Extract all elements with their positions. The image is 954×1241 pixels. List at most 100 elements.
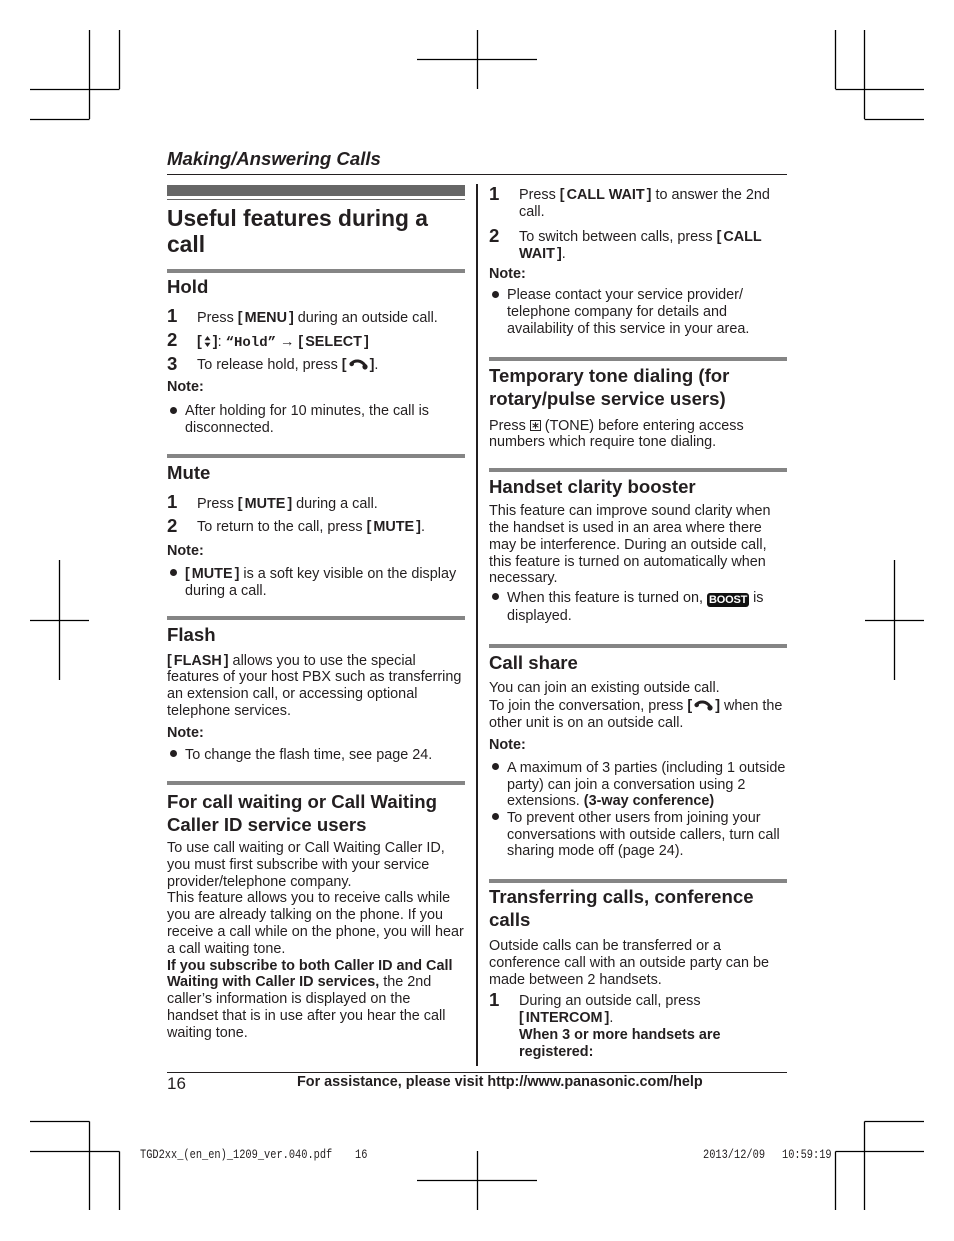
mute-key: MUTE — [238, 496, 292, 512]
note-item: Please contact your service provider/​te… — [489, 287, 787, 337]
column-divider — [476, 184, 478, 1066]
step-text: . — [561, 246, 566, 263]
note-item: To prevent other users from joining your… — [489, 810, 787, 860]
crop-mark-bottom-left — [30, 1120, 121, 1210]
section-heading-transferring: Transferring calls, conference calls — [489, 886, 754, 931]
section-heading-flash: Flash — [167, 624, 216, 645]
bullet-icon — [169, 749, 177, 757]
crop-mark-bottom-center — [417, 1151, 537, 1210]
crop-mark-middle-left — [30, 560, 89, 680]
section-bar — [489, 878, 787, 883]
star-key-icon — [529, 419, 541, 431]
step-text: Press — [519, 187, 560, 204]
crop-mark-middle-right — [865, 560, 924, 680]
note-item: MUTE is a soft key visible on the displa… — [167, 566, 465, 600]
step-text: during an outside call. — [293, 309, 438, 326]
step-number: 2 — [167, 514, 178, 536]
mute-key: MUTE — [185, 566, 239, 582]
note-label: Note: — [167, 542, 204, 559]
bullet-icon — [491, 763, 499, 771]
slug-file-name: TGD2xx_(en_en)_1209_ver.040.pdf — [140, 1147, 333, 1162]
transferring-paragraph: Outside calls can be transferred or a co… — [489, 938, 769, 988]
note-text: When this feature is turned on, — [507, 590, 707, 607]
bullet-icon — [491, 813, 499, 821]
talk-key — [342, 357, 375, 373]
bullet-icon — [169, 406, 177, 414]
clarity-booster-paragraph: This feature can improve sound clarity w… — [489, 503, 771, 587]
bullet-icon — [169, 569, 177, 577]
paragraph-text: Press — [489, 417, 530, 434]
note-text: After holding for 10 minutes, the call i… — [185, 403, 429, 437]
section-heading-call-waiting: For call waiting or Call Waiting Caller … — [167, 790, 437, 835]
step-text: . — [374, 357, 379, 374]
step-number: 2 — [167, 329, 178, 351]
flash-key: FLASH — [167, 653, 229, 669]
section-heading-hold: Hold — [167, 276, 209, 298]
section-bar — [489, 357, 787, 361]
step-text: To switch between calls, press — [519, 229, 717, 246]
mute-key: MUTE — [367, 519, 421, 535]
step-text: : — [217, 333, 226, 350]
step-text: Press — [197, 495, 238, 512]
note-item: To change the flash time, see page 24. — [167, 747, 465, 764]
slug-date: 2013/12/09 — [703, 1147, 766, 1162]
call-waiting-body: To use call waiting or Call Waiting Call… — [167, 840, 465, 1042]
section-bar — [167, 616, 465, 620]
crop-mark-top-left — [30, 30, 121, 121]
hold-step-3: 3 To release hold, press . — [167, 352, 465, 374]
call-share-intro: You can join an existing outside call. — [489, 679, 720, 696]
help-url-link[interactable]: http://www.panasonic.com/help — [487, 1074, 702, 1090]
step-text: during a call. — [292, 495, 378, 512]
step-sub-heading: When 3 or more handsets are registered: — [519, 1026, 721, 1060]
step-text: . — [609, 1010, 614, 1027]
crop-mark-top-center — [417, 30, 537, 89]
step-number: 2 — [489, 224, 500, 246]
select-key: SELECT — [298, 334, 368, 350]
running-head: Making/Answering Calls — [167, 147, 381, 169]
step-text: To release hold, press — [197, 357, 342, 374]
menu-key: MENU — [238, 310, 294, 326]
hold-step-1: 1 Press MENU during an outside call. — [167, 305, 465, 327]
crop-mark-top-right — [834, 30, 924, 121]
note-text: Please contact your service provider/​te… — [507, 287, 750, 337]
bullet-icon — [491, 290, 499, 298]
menu-item-hold: “Hold” — [225, 334, 277, 351]
navigator-up-down-icon — [204, 335, 211, 347]
section-bar — [489, 468, 787, 472]
tone-dialing-paragraph: Press (TONE) before entering access numb… — [489, 418, 787, 452]
mute-step-2: 2 To return to the call, press MUTE. — [167, 514, 465, 536]
note-item: When this feature is turned on, BOOST is… — [489, 589, 787, 625]
section-bar — [167, 781, 465, 785]
paragraph: To use call waiting or Call Waiting Call… — [167, 840, 445, 890]
step-number: 3 — [167, 352, 178, 374]
boost-display-icon: BOOST — [706, 593, 750, 608]
transferring-step-1: 1 During an outside call, press INTERCOM… — [489, 988, 787, 1060]
note-text: To change the flash time, see page 24. — [185, 746, 433, 763]
call-waiting-step-1: 1Press CALL WAIT to answer the 2nd call. — [489, 184, 787, 221]
paragraph: This feature allows you to receive calls… — [167, 890, 464, 957]
title-bar — [167, 185, 465, 196]
call-wait-key: CALL WAIT — [560, 187, 652, 203]
intercom-key: INTERCOM — [519, 1010, 609, 1026]
note-label: Note: — [489, 736, 526, 753]
section-heading-tone-dialing: Temporary tone dialing (for rotary/pulse… — [489, 364, 730, 409]
page-number: 16 — [167, 1074, 186, 1093]
section-heading-call-share: Call share — [489, 652, 578, 674]
page-title: Useful features during a call — [167, 205, 428, 257]
slug-time: 10:59:19 — [782, 1147, 832, 1162]
step-text: During an outside call, press — [519, 993, 701, 1010]
step-number: 1 — [167, 491, 178, 513]
bullet-icon — [491, 593, 499, 601]
step-text: To return to the call, press — [197, 519, 367, 536]
step-number: 1 — [167, 305, 178, 327]
subscriber-paragraph: If you subscribe to both Caller ID and C… — [167, 958, 465, 1042]
step-number: 1 — [489, 988, 500, 1010]
call-share-join-paragraph: To join the conversation, press when the… — [489, 698, 787, 732]
note-item: After holding for 10 minutes, the call i… — [167, 403, 465, 437]
section-bar — [167, 268, 465, 273]
assistance-text: For assistance, please visit — [297, 1073, 488, 1090]
section-bar — [167, 454, 465, 458]
call-waiting-step-2: 2To switch between calls, press CALL WAI… — [489, 224, 787, 263]
slug-page: 16 — [355, 1147, 368, 1162]
note-item: A maximum of 3 parties (including 1 outs… — [489, 760, 787, 810]
